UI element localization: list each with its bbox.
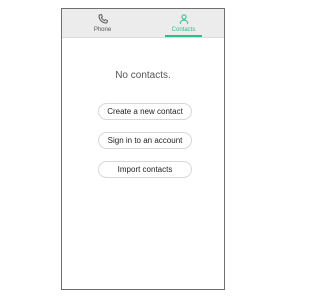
empty-state-message: No contacts. (115, 70, 171, 81)
tab-phone-label: Phone (93, 27, 112, 33)
tab-bar: Phone Contacts (62, 9, 224, 38)
tab-contacts[interactable]: Contacts (143, 9, 224, 37)
selected-tab-indicator (165, 35, 202, 37)
phone-screen: Phone Contacts No contacts. Create a new… (61, 8, 225, 290)
tab-contacts-label: Contacts (171, 27, 196, 33)
create-contact-button[interactable]: Create a new contact (98, 103, 192, 120)
phone-icon (97, 13, 109, 25)
contacts-content: No contacts. Create a new contact Sign i… (62, 38, 224, 289)
import-contacts-button[interactable]: Import contacts (98, 161, 192, 178)
tab-phone[interactable]: Phone (62, 9, 143, 37)
sign-in-account-button[interactable]: Sign in to an account (98, 132, 192, 149)
person-icon (178, 13, 190, 25)
